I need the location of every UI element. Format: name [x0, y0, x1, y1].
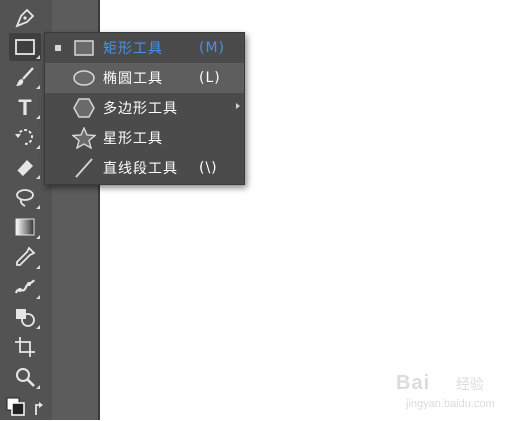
flyout-indicator-icon — [36, 385, 40, 389]
flyout-indicator-icon — [36, 205, 40, 209]
fill-stroke-swap[interactable] — [2, 393, 50, 421]
flyout-indicator-icon — [36, 325, 40, 329]
fill-stroke-icon — [6, 397, 43, 416]
star-icon — [71, 126, 97, 150]
shape-tools-flyout-menu: 矩形工具 (M) 椭圆工具 (L) 多边形工具 星形工具 直线段工具 (\) — [44, 32, 245, 185]
puppet-warp-icon — [14, 279, 35, 294]
shape-builder-tool[interactable] — [9, 303, 41, 331]
artboard-icon — [15, 337, 35, 357]
flyout-item-ellipse-tool[interactable]: 椭圆工具 (L) — [45, 63, 244, 93]
flyout-item-line-segment-tool[interactable]: 直线段工具 (\) — [45, 153, 244, 183]
watermark: Bai 经验 jingyan.baidu.com — [392, 372, 512, 416]
artboard-tool[interactable] — [9, 333, 41, 361]
lasso-icon — [16, 189, 34, 207]
rectangle-tool[interactable] — [9, 33, 41, 61]
pen-tool[interactable] — [9, 4, 41, 32]
svg-text:T: T — [18, 95, 32, 119]
eraser-tool[interactable] — [9, 153, 41, 181]
flyout-item-label: 矩形工具 — [103, 41, 163, 57]
zoom-tool[interactable] — [9, 363, 41, 391]
paintbrush-icon — [16, 67, 34, 86]
eyedropper-icon — [16, 246, 36, 266]
eyedropper-tool[interactable] — [9, 243, 41, 271]
rectangle-icon — [15, 39, 35, 55]
gradient-tool[interactable] — [9, 213, 41, 241]
rotate-icon — [15, 129, 33, 145]
flyout-indicator-icon — [36, 175, 40, 179]
paintbrush-tool[interactable] — [9, 63, 41, 91]
watermark-sub: 经验 — [456, 376, 484, 392]
ellipse-icon — [71, 66, 97, 90]
watermark-url: jingyan.baidu.com — [406, 398, 495, 410]
polygon-icon — [71, 96, 97, 120]
shape-builder-icon — [16, 309, 35, 327]
flyout-indicator-icon — [36, 235, 40, 239]
flyout-item-rectangle-tool[interactable]: 矩形工具 (M) — [45, 33, 244, 63]
lasso-tool[interactable] — [9, 183, 41, 211]
line-segment-icon — [71, 156, 97, 180]
flyout-indicator-icon — [36, 115, 40, 119]
flyout-indicator-icon — [36, 145, 40, 149]
flyout-indicator-icon — [36, 295, 40, 299]
flyout-indicator-icon — [36, 85, 40, 89]
flyout-indicator-icon — [36, 55, 40, 59]
flyout-item-shortcut: (\) — [199, 160, 218, 176]
gradient-icon — [15, 218, 35, 236]
flyout-item-label: 直线段工具 — [103, 161, 178, 177]
rotate-tool[interactable] — [9, 123, 41, 151]
flyout-item-label: 椭圆工具 — [103, 71, 163, 87]
type-tool[interactable]: T — [9, 93, 41, 121]
flyout-item-shortcut: (M) — [199, 40, 226, 56]
puppet-warp-tool[interactable] — [9, 273, 41, 301]
flyout-item-label: 星形工具 — [103, 131, 163, 147]
flyout-item-polygon-tool[interactable]: 多边形工具 — [45, 93, 244, 123]
type-icon: T — [18, 95, 32, 119]
zoom-icon — [16, 368, 35, 387]
rectangle-icon — [71, 36, 97, 60]
selected-indicator-icon — [55, 45, 61, 51]
flyout-item-label: 多边形工具 — [103, 101, 178, 117]
tear-off-arrow-icon[interactable] — [236, 103, 240, 109]
eraser-icon — [16, 160, 33, 176]
flyout-item-star-tool[interactable]: 星形工具 — [45, 123, 244, 153]
flyout-indicator-icon — [36, 265, 40, 269]
flyout-item-shortcut: (L) — [199, 70, 221, 86]
pen-icon — [15, 8, 35, 28]
watermark-brand: Bai — [396, 372, 431, 394]
